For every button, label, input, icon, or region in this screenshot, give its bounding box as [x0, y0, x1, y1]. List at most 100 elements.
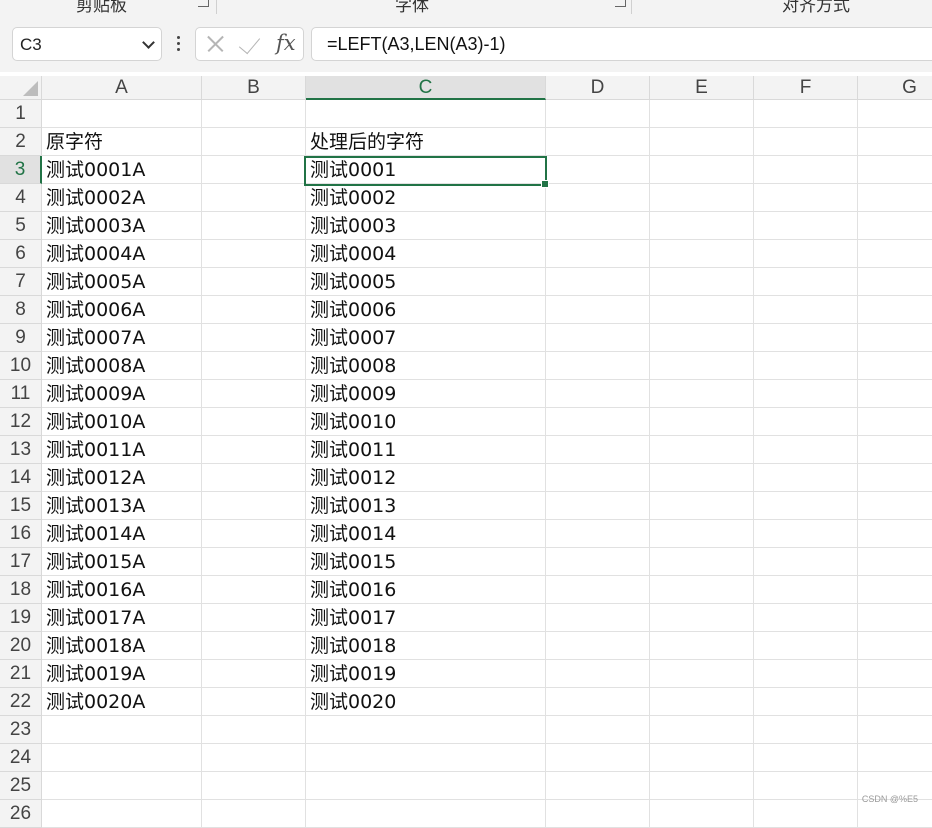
cell-E6[interactable]	[650, 240, 754, 268]
cell-B17[interactable]	[202, 548, 306, 576]
clipboard-dialog-launcher-icon[interactable]	[198, 0, 209, 7]
cell-E18[interactable]	[650, 576, 754, 604]
cell-B9[interactable]	[202, 324, 306, 352]
cell-B13[interactable]	[202, 436, 306, 464]
cell-A10[interactable]: 测试0008A	[42, 352, 202, 380]
cell-E14[interactable]	[650, 464, 754, 492]
cell-D13[interactable]	[546, 436, 650, 464]
cell-C14[interactable]: 测试0012	[306, 464, 546, 492]
cell-C23[interactable]	[306, 716, 546, 744]
cell-E21[interactable]	[650, 660, 754, 688]
cell-B20[interactable]	[202, 632, 306, 660]
cell-D22[interactable]	[546, 688, 650, 716]
cell-G8[interactable]	[858, 296, 932, 324]
cell-G14[interactable]	[858, 464, 932, 492]
cell-F4[interactable]	[754, 184, 858, 212]
cell-E3[interactable]	[650, 156, 754, 184]
cell-D10[interactable]	[546, 352, 650, 380]
cell-C1[interactable]	[306, 100, 546, 128]
cell-E22[interactable]	[650, 688, 754, 716]
row-header-2[interactable]: 2	[0, 128, 42, 156]
cell-F21[interactable]	[754, 660, 858, 688]
row-header-17[interactable]: 17	[0, 548, 42, 576]
cell-C12[interactable]: 测试0010	[306, 408, 546, 436]
cell-B6[interactable]	[202, 240, 306, 268]
cell-A17[interactable]: 测试0015A	[42, 548, 202, 576]
name-box[interactable]: C3	[12, 27, 162, 61]
cell-A9[interactable]: 测试0007A	[42, 324, 202, 352]
cell-D12[interactable]	[546, 408, 650, 436]
row-header-18[interactable]: 18	[0, 576, 42, 604]
cell-B26[interactable]	[202, 800, 306, 828]
cell-B22[interactable]	[202, 688, 306, 716]
cell-C10[interactable]: 测试0008	[306, 352, 546, 380]
cell-E24[interactable]	[650, 744, 754, 772]
row-header-6[interactable]: 6	[0, 240, 42, 268]
row-header-20[interactable]: 20	[0, 632, 42, 660]
cell-F25[interactable]	[754, 772, 858, 800]
cell-D6[interactable]	[546, 240, 650, 268]
cell-B24[interactable]	[202, 744, 306, 772]
cell-D19[interactable]	[546, 604, 650, 632]
column-header-E[interactable]: E	[650, 76, 754, 100]
cell-G10[interactable]	[858, 352, 932, 380]
row-header-9[interactable]: 9	[0, 324, 42, 352]
cell-F23[interactable]	[754, 716, 858, 744]
cell-E2[interactable]	[650, 128, 754, 156]
select-all-icon[interactable]	[23, 81, 38, 96]
fx-icon[interactable]: fx	[276, 31, 296, 63]
cell-A20[interactable]: 测试0018A	[42, 632, 202, 660]
column-header-B[interactable]: B	[202, 76, 306, 100]
cell-D2[interactable]	[546, 128, 650, 156]
cell-F18[interactable]	[754, 576, 858, 604]
cell-F22[interactable]	[754, 688, 858, 716]
cell-E15[interactable]	[650, 492, 754, 520]
cell-D25[interactable]	[546, 772, 650, 800]
cell-C4[interactable]: 测试0002	[306, 184, 546, 212]
cell-E12[interactable]	[650, 408, 754, 436]
cell-C18[interactable]: 测试0016	[306, 576, 546, 604]
cell-F2[interactable]	[754, 128, 858, 156]
cell-C15[interactable]: 测试0013	[306, 492, 546, 520]
row-header-26[interactable]: 26	[0, 800, 42, 828]
cell-D1[interactable]	[546, 100, 650, 128]
column-header-A[interactable]: A	[42, 76, 202, 100]
cell-A25[interactable]	[42, 772, 202, 800]
cell-E10[interactable]	[650, 352, 754, 380]
cell-G13[interactable]	[858, 436, 932, 464]
select-all-corner[interactable]	[0, 76, 42, 100]
cell-A19[interactable]: 测试0017A	[42, 604, 202, 632]
cell-A14[interactable]: 测试0012A	[42, 464, 202, 492]
cell-E9[interactable]	[650, 324, 754, 352]
cell-F6[interactable]	[754, 240, 858, 268]
cell-E8[interactable]	[650, 296, 754, 324]
cell-E16[interactable]	[650, 520, 754, 548]
row-header-11[interactable]: 11	[0, 380, 42, 408]
cell-F1[interactable]	[754, 100, 858, 128]
fill-handle[interactable]	[541, 180, 549, 188]
cell-G12[interactable]	[858, 408, 932, 436]
cell-B5[interactable]	[202, 212, 306, 240]
cell-F5[interactable]	[754, 212, 858, 240]
cell-G23[interactable]	[858, 716, 932, 744]
cell-F14[interactable]	[754, 464, 858, 492]
cell-A6[interactable]: 测试0004A	[42, 240, 202, 268]
cell-E25[interactable]	[650, 772, 754, 800]
cell-C25[interactable]	[306, 772, 546, 800]
cell-C5[interactable]: 测试0003	[306, 212, 546, 240]
cell-G4[interactable]	[858, 184, 932, 212]
cell-F10[interactable]	[754, 352, 858, 380]
cell-B15[interactable]	[202, 492, 306, 520]
row-header-15[interactable]: 15	[0, 492, 42, 520]
row-header-10[interactable]: 10	[0, 352, 42, 380]
cell-A4[interactable]: 测试0002A	[42, 184, 202, 212]
cell-B25[interactable]	[202, 772, 306, 800]
cell-A23[interactable]	[42, 716, 202, 744]
cell-A18[interactable]: 测试0016A	[42, 576, 202, 604]
cell-D26[interactable]	[546, 800, 650, 828]
cell-E17[interactable]	[650, 548, 754, 576]
cell-G19[interactable]	[858, 604, 932, 632]
cell-A21[interactable]: 测试0019A	[42, 660, 202, 688]
cell-C24[interactable]	[306, 744, 546, 772]
cell-D24[interactable]	[546, 744, 650, 772]
